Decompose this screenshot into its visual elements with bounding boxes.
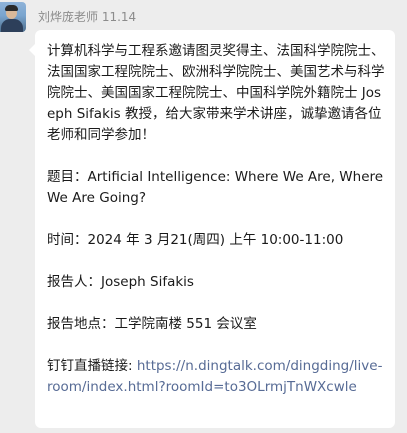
location-value: 工学院南楼 551 会议室 xyxy=(114,316,257,332)
speaker-label: 报告人： xyxy=(47,274,101,290)
location-label: 报告地点： xyxy=(47,316,115,332)
avatar[interactable] xyxy=(0,2,26,32)
avatar-body xyxy=(1,19,23,32)
message-stream-line: 钉钉直播链接: https://n.dingtalk.com/dingding/… xyxy=(47,356,387,398)
message-title-line: 题目：Artificial Intelligence: Where We Are… xyxy=(47,167,387,209)
title-label: 题目： xyxy=(47,169,88,185)
message-speaker-line: 报告人：Joseph Sifakis xyxy=(47,272,387,293)
avatar-hair xyxy=(5,5,18,11)
chat-message-row: 刘烨庞老师 11.14 计算机科学与工程系邀请图灵奖得主、法国科学院院士、法国国… xyxy=(0,0,407,433)
message-time-line: 时间：2024 年 3 月21(周四) 上午 10:00-11:00 xyxy=(47,230,387,251)
time-value: 2024 年 3 月21(周四) 上午 10:00-11:00 xyxy=(87,232,344,248)
sender-name: 刘烨庞老师 11.14 xyxy=(38,10,137,24)
title-value: Artificial Intelligence: Where We Are, W… xyxy=(47,169,388,206)
speaker-value: Joseph Sifakis xyxy=(101,274,194,290)
message-location-line: 报告地点：工学院南楼 551 会议室 xyxy=(47,314,387,335)
time-label: 时间： xyxy=(47,232,88,248)
message-bubble[interactable]: 计算机科学与工程系邀请图灵奖得主、法国科学院院士、法国国家工程院院士、欧洲科学院… xyxy=(29,30,395,428)
stream-label: 钉钉直播链接: xyxy=(47,358,137,374)
message-intro: 计算机科学与工程系邀请图灵奖得主、法国科学院院士、法国国家工程院院士、欧洲科学院… xyxy=(47,43,385,143)
